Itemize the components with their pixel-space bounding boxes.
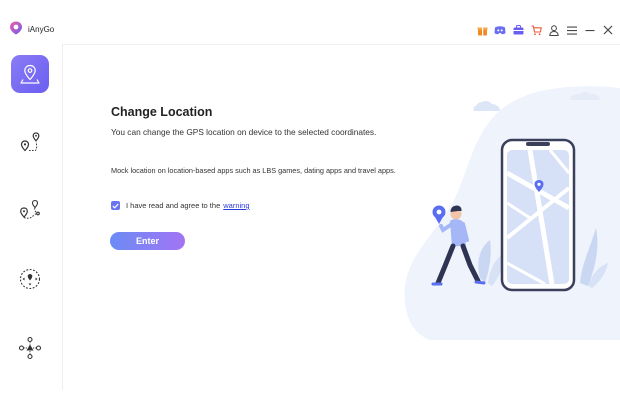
sidebar [0,44,63,390]
agree-row: I have read and agree to the warning [111,201,250,210]
multi-spot-route-icon [20,199,40,219]
menu-icon[interactable] [566,24,578,36]
joystick-icon [19,268,41,290]
enter-button[interactable]: Enter [110,232,185,250]
agree-text: I have read and agree to the [126,201,221,210]
user-icon[interactable] [548,24,560,36]
app-logo-icon [10,21,22,35]
page-note: Mock location on location-based apps suc… [111,166,396,175]
cart-icon[interactable] [530,24,542,36]
sidebar-item-single-spot-movement[interactable] [11,124,49,162]
location-pin-map-icon [20,64,40,84]
app-name: iAnyGo [28,25,55,34]
agree-checkbox[interactable] [111,201,120,210]
sidebar-item-multi-spot-movement[interactable] [11,192,49,230]
warning-link[interactable]: warning [223,201,249,210]
sidebar-item-joystick-movement[interactable] [11,260,49,298]
discord-icon[interactable] [494,24,506,36]
title-bar: iAnyGo [0,0,620,45]
toolbox-icon[interactable] [512,24,524,36]
sidebar-item-game-mode[interactable] [11,329,49,367]
title-bar-icons [476,24,614,36]
page-title: Change Location [111,105,213,119]
gamepad-icon [18,336,42,360]
sidebar-item-change-location[interactable] [11,55,49,93]
minimize-icon[interactable] [584,24,596,36]
two-spot-route-icon [20,132,40,152]
page-description: You can change the GPS location on devic… [111,127,377,137]
app-window: iAnyGo Change Location You can change th… [0,0,620,420]
checkmark-icon [112,203,119,209]
illustration-phone-map [404,86,620,340]
close-icon[interactable] [602,24,614,36]
gift-icon[interactable] [476,24,488,36]
